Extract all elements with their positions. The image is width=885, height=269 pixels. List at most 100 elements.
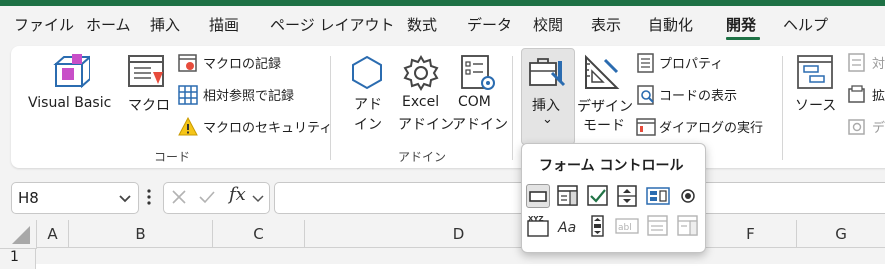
svg-text:Aa: Aa bbox=[557, 220, 576, 236]
design-mode-button[interactable]: デザイン モード bbox=[577, 52, 633, 134]
column-header-c[interactable]: C bbox=[213, 220, 305, 248]
map-properties-label: 対 bbox=[872, 57, 885, 72]
properties-button[interactable]: プロパティ bbox=[634, 52, 764, 74]
source-label: ソース bbox=[795, 98, 837, 114]
group-separator bbox=[782, 56, 783, 160]
hexagon-icon bbox=[352, 55, 382, 90]
source-icon bbox=[797, 55, 833, 89]
refresh-data-icon bbox=[848, 119, 865, 135]
map-properties-icon bbox=[848, 53, 865, 72]
menu-view[interactable]: 表示 bbox=[591, 14, 621, 35]
select-all-corner[interactable] bbox=[0, 220, 37, 249]
svg-text:XYZ: XYZ bbox=[528, 215, 544, 223]
view-code-label: コードの表示 bbox=[659, 89, 738, 104]
menu-formulas[interactable]: 数式 bbox=[407, 14, 437, 35]
addins-label-line2: イン bbox=[354, 117, 382, 133]
properties-icon bbox=[637, 53, 654, 73]
source-button[interactable]: ソース bbox=[793, 52, 837, 122]
menu-data[interactable]: データ bbox=[467, 14, 512, 35]
visual-basic-label: Visual Basic bbox=[28, 95, 112, 111]
design-mode-label-line1: デザイン bbox=[577, 99, 633, 115]
com-addins-button[interactable]: COM アドイン bbox=[452, 52, 508, 134]
addin-group-label: アドイン bbox=[398, 150, 447, 164]
group-separator bbox=[330, 56, 331, 160]
refresh-data-button[interactable]: デ bbox=[848, 116, 885, 138]
menu-home[interactable]: ホーム bbox=[86, 14, 131, 35]
macro-label: マクロ bbox=[128, 98, 170, 114]
combo-list-edit-control-icon[interactable] bbox=[646, 214, 670, 238]
record-macro-label: マクロの記録 bbox=[203, 57, 282, 72]
list-box-control-icon[interactable] bbox=[646, 184, 670, 208]
com-addins-icon bbox=[461, 55, 495, 90]
record-macro-button[interactable]: マクロの記録 bbox=[176, 52, 321, 74]
chevron-down-icon: ⌄ bbox=[542, 112, 553, 127]
scroll-bar-control-icon[interactable] bbox=[586, 214, 610, 238]
column-header-a[interactable]: A bbox=[37, 220, 69, 248]
macro-icon bbox=[128, 55, 164, 87]
enter-check-icon[interactable] bbox=[198, 189, 216, 205]
gear-icon bbox=[403, 55, 439, 91]
excel-addins-button[interactable]: Excel アドイン bbox=[396, 52, 454, 134]
spin-button-control-icon[interactable] bbox=[615, 184, 639, 208]
row-header-1[interactable]: 1 bbox=[0, 249, 36, 269]
excel-addins-label-line2: アドイン bbox=[398, 117, 454, 133]
design-mode-icon bbox=[585, 54, 620, 89]
code-group-label: コード bbox=[154, 150, 191, 164]
properties-label: プロパティ bbox=[659, 57, 724, 72]
menu-developer[interactable]: 開発 bbox=[726, 14, 756, 35]
refresh-data-label: デ bbox=[872, 121, 885, 136]
group-separator bbox=[512, 56, 513, 160]
chevron-down-icon[interactable] bbox=[118, 194, 132, 204]
column-header-g[interactable]: G bbox=[797, 220, 885, 248]
addins-button[interactable]: アド イン bbox=[345, 52, 389, 134]
map-properties-button[interactable]: 対 bbox=[848, 52, 885, 74]
toolbox-icon bbox=[529, 58, 566, 87]
warning-icon bbox=[178, 117, 198, 136]
popup-title: フォーム コントロール bbox=[539, 158, 684, 174]
button-control-icon[interactable] bbox=[526, 184, 550, 208]
excel-addins-label-line1: Excel bbox=[402, 94, 440, 110]
design-mode-label-line2: モード bbox=[583, 118, 625, 134]
run-dialog-label: ダイアログの実行 bbox=[659, 121, 764, 136]
addins-label-line1: アド bbox=[354, 97, 382, 113]
column-header-f[interactable]: F bbox=[705, 220, 797, 248]
relative-reference-label: 相対参照で記録 bbox=[203, 89, 295, 104]
check-box-control-icon[interactable] bbox=[586, 184, 610, 208]
column-header-b[interactable]: B bbox=[69, 220, 213, 248]
menu-review[interactable]: 校閲 bbox=[533, 14, 563, 35]
macro-security-button[interactable]: マクロのセキュリティ bbox=[176, 116, 332, 138]
svg-text:abl: abl bbox=[618, 223, 632, 233]
option-button-control-icon[interactable] bbox=[676, 184, 700, 208]
menu-file[interactable]: ファイル bbox=[14, 14, 74, 35]
macro-security-label: マクロのセキュリティ bbox=[203, 121, 333, 136]
expansion-packs-label: 拡 bbox=[872, 89, 885, 104]
label-control-icon[interactable]: Aa bbox=[556, 214, 580, 238]
name-box-value: H8 bbox=[18, 189, 39, 207]
menu-insert[interactable]: 挿入 bbox=[150, 14, 180, 35]
more-options-icon[interactable] bbox=[146, 188, 152, 206]
chevron-down-icon[interactable] bbox=[252, 194, 264, 203]
combo-drop-down-edit-control-icon[interactable] bbox=[676, 214, 700, 238]
relative-reference-button[interactable]: 相対参照で記録 bbox=[176, 84, 321, 106]
grid-icon bbox=[178, 85, 198, 105]
group-box-control-icon[interactable]: XYZ bbox=[526, 214, 550, 238]
menu-help[interactable]: ヘルプ bbox=[783, 14, 828, 35]
expansion-packs-button[interactable]: 拡 bbox=[848, 84, 885, 106]
text-field-control-icon[interactable]: abl bbox=[615, 214, 639, 238]
menu-automate[interactable]: 自動化 bbox=[648, 14, 693, 35]
cancel-icon[interactable] bbox=[171, 189, 187, 205]
active-tab-indicator bbox=[726, 37, 760, 40]
visual-basic-icon bbox=[53, 54, 90, 89]
combo-box-control-icon[interactable] bbox=[556, 184, 580, 208]
com-addins-label-line2: アドイン bbox=[452, 117, 508, 133]
insert-function-button[interactable]: fx bbox=[229, 184, 246, 205]
com-addins-label-line1: COM bbox=[458, 94, 491, 110]
expansion-packs-icon bbox=[848, 85, 865, 103]
run-dialog-icon bbox=[636, 118, 656, 136]
menu-page-layout[interactable]: ページ レイアウト bbox=[270, 14, 394, 35]
view-code-icon bbox=[637, 85, 654, 105]
view-code-button[interactable]: コードの表示 bbox=[634, 84, 764, 106]
menu-draw[interactable]: 描画 bbox=[209, 14, 239, 35]
run-dialog-button[interactable]: ダイアログの実行 bbox=[634, 116, 764, 138]
record-macro-icon bbox=[178, 54, 197, 72]
